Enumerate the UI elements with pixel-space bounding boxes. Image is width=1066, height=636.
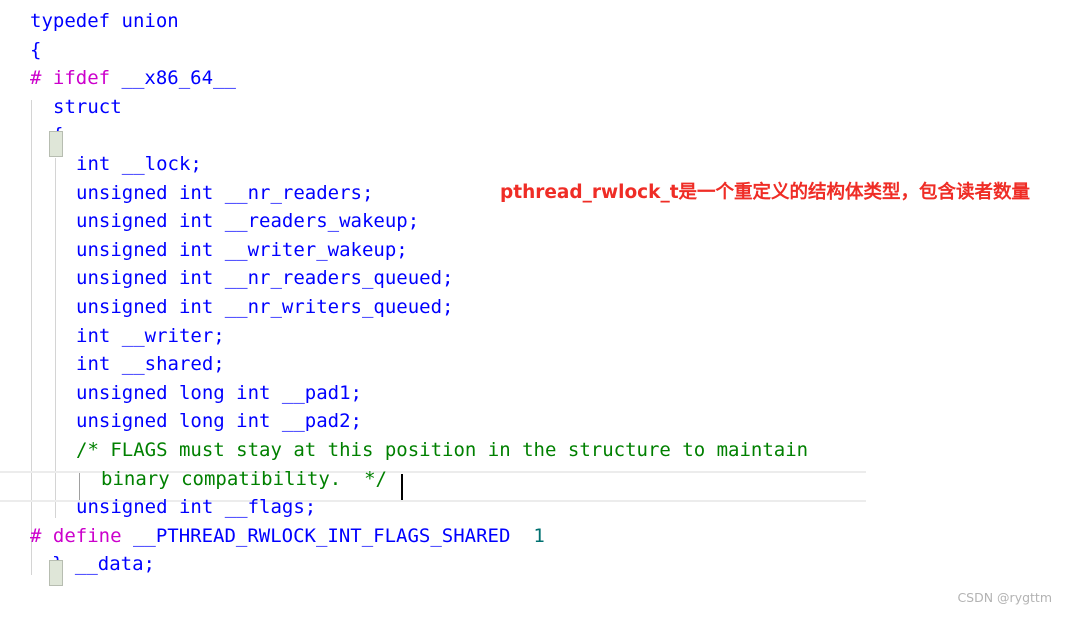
code-token: binary compatibility. */ — [101, 467, 387, 490]
code-token: unsigned int __flags; — [76, 496, 317, 519]
code-line[interactable]: /* FLAGS must stay at this position in t… — [0, 436, 1066, 465]
code-line-current[interactable]: binary compatibility. */ — [0, 465, 1066, 494]
code-line[interactable]: int __shared; — [0, 350, 1066, 379]
code-token: unsigned int __readers_wakeup; — [76, 210, 420, 233]
code-line[interactable]: { — [0, 121, 1066, 150]
code-token: unsigned int __nr_readers_queued; — [76, 267, 454, 290]
code-editor[interactable]: typedef union { # ifdef __x86_64__ struc… — [0, 0, 1066, 611]
code-line[interactable]: unsigned int __nr_readers_queued; — [0, 264, 1066, 293]
code-line[interactable]: unsigned int __readers_wakeup; — [0, 207, 1066, 236]
code-line[interactable]: } __data; — [0, 550, 1066, 579]
code-line[interactable]: unsigned long int __pad2; — [0, 407, 1066, 436]
code-lines[interactable]: typedef union { # ifdef __x86_64__ struc… — [0, 7, 1066, 579]
code-token: struct — [53, 95, 122, 118]
code-line[interactable]: typedef union — [0, 7, 1066, 36]
code-line[interactable]: int __lock; — [0, 150, 1066, 179]
code-token: __PTHREAD_RWLOCK_INT_FLAGS_SHARED — [132, 524, 511, 547]
code-token: # ifdef — [30, 67, 122, 90]
bracket-match-close — [49, 560, 63, 586]
code-token: unsigned int __nr_readers; — [76, 181, 374, 204]
code-line[interactable]: unsigned int __nr_writers_queued; — [0, 293, 1066, 322]
code-line[interactable]: int __writer; — [0, 322, 1066, 351]
code-token: unsigned int __writer_wakeup; — [76, 238, 408, 261]
code-token: typedef union — [30, 10, 179, 32]
code-token: unsigned long int __pad1; — [76, 381, 362, 404]
code-line[interactable]: # ifdef __x86_64__ — [0, 64, 1066, 93]
bracket-match-open — [49, 131, 63, 157]
code-line[interactable]: # define __PTHREAD_RWLOCK_INT_FLAGS_SHAR… — [0, 522, 1066, 551]
annotation-text: pthread_rwlock_t是一个重定义的结构体类型，包含读者数量 — [500, 182, 1031, 203]
code-line[interactable]: unsigned int __flags; — [0, 493, 1066, 522]
code-line[interactable]: unsigned int __writer_wakeup; — [0, 236, 1066, 265]
code-line[interactable]: unsigned long int __pad1; — [0, 379, 1066, 408]
code-token: { — [30, 38, 42, 61]
watermark: CSDN @rygttm — [957, 590, 1052, 605]
code-token: unsigned long int __pad2; — [76, 410, 362, 433]
code-line[interactable]: struct — [0, 93, 1066, 122]
code-token: 1 — [533, 524, 545, 547]
code-token: /* FLAGS must stay at this position in t… — [76, 438, 809, 461]
code-token: # define — [30, 524, 133, 547]
code-token: int __writer; — [76, 324, 225, 347]
code-line[interactable]: { — [0, 36, 1066, 65]
code-token: int __shared; — [76, 353, 225, 376]
code-token: unsigned int __nr_writers_queued; — [76, 295, 454, 318]
code-token: } __data; — [52, 553, 155, 576]
code-token: __x86_64__ — [121, 67, 236, 90]
code-token: int __lock; — [76, 152, 202, 175]
